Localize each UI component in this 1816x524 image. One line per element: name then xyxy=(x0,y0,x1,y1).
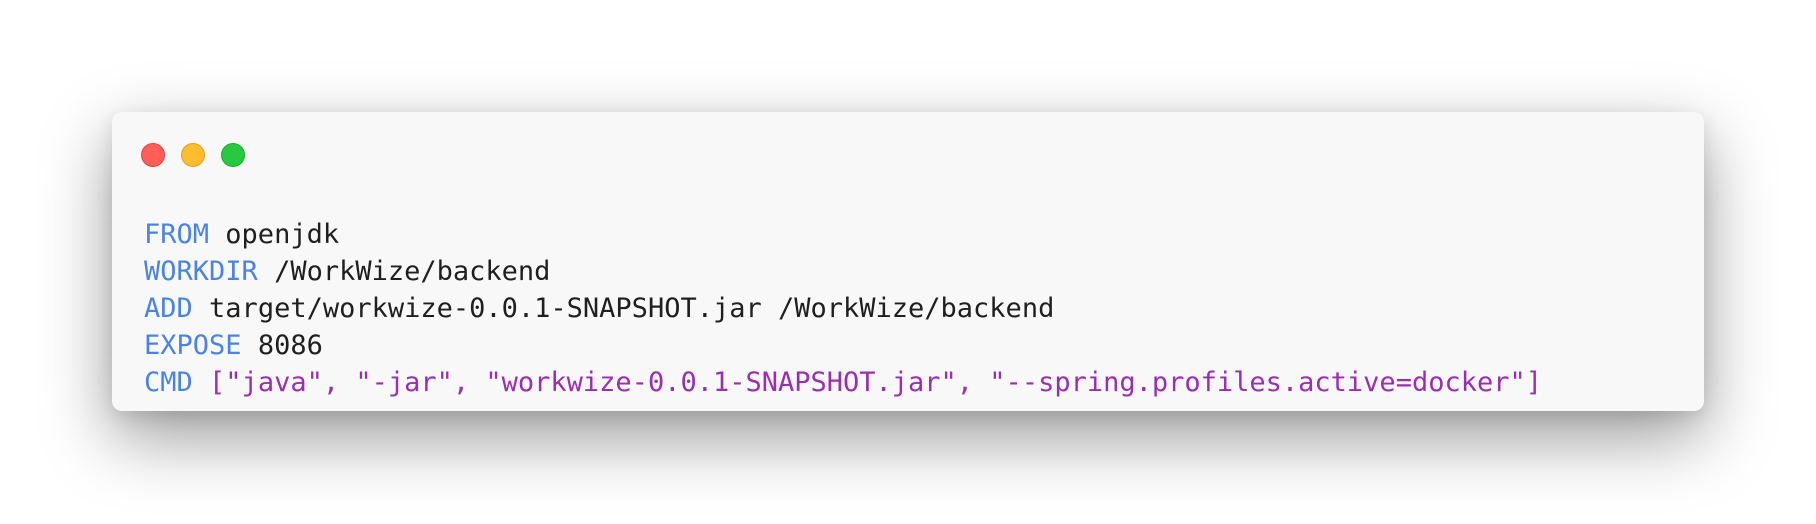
code-line: WORKDIR /WorkWize/backend xyxy=(144,253,1542,290)
code-window: FROM openjdk WORKDIR /WorkWize/backend ADD… xyxy=(112,112,1704,411)
dockerfile-keyword: FROM xyxy=(144,219,210,250)
code-line: EXPOSE 8086 xyxy=(144,327,1542,364)
instruction-args: /WorkWize/backend xyxy=(274,256,551,287)
code-block: FROM openjdk WORKDIR /WorkWize/backend ADD… xyxy=(144,216,1542,401)
dockerfile-keyword: EXPOSE xyxy=(144,330,242,361)
code-line: CMD ["java", "-jar", "workwize-0.0.1-SNA… xyxy=(144,364,1542,401)
close-icon[interactable] xyxy=(141,143,165,167)
dockerfile-keyword: ADD xyxy=(144,293,193,324)
minimize-icon[interactable] xyxy=(181,143,205,167)
instruction-args: target/workwize-0.0.1-SNAPSHOT.jar /Work… xyxy=(209,293,1055,324)
instruction-args: openjdk xyxy=(225,219,340,250)
maximize-icon[interactable] xyxy=(221,143,245,167)
code-line: ADD target/workwize-0.0.1-SNAPSHOT.jar /… xyxy=(144,290,1542,327)
instruction-args: ["java", "-jar", "workwize-0.0.1-SNAPSHO… xyxy=(209,367,1542,398)
code-line: FROM openjdk xyxy=(144,216,1542,253)
dockerfile-keyword: WORKDIR xyxy=(144,256,258,287)
instruction-args: 8086 xyxy=(257,330,323,361)
dockerfile-keyword: CMD xyxy=(144,367,193,398)
